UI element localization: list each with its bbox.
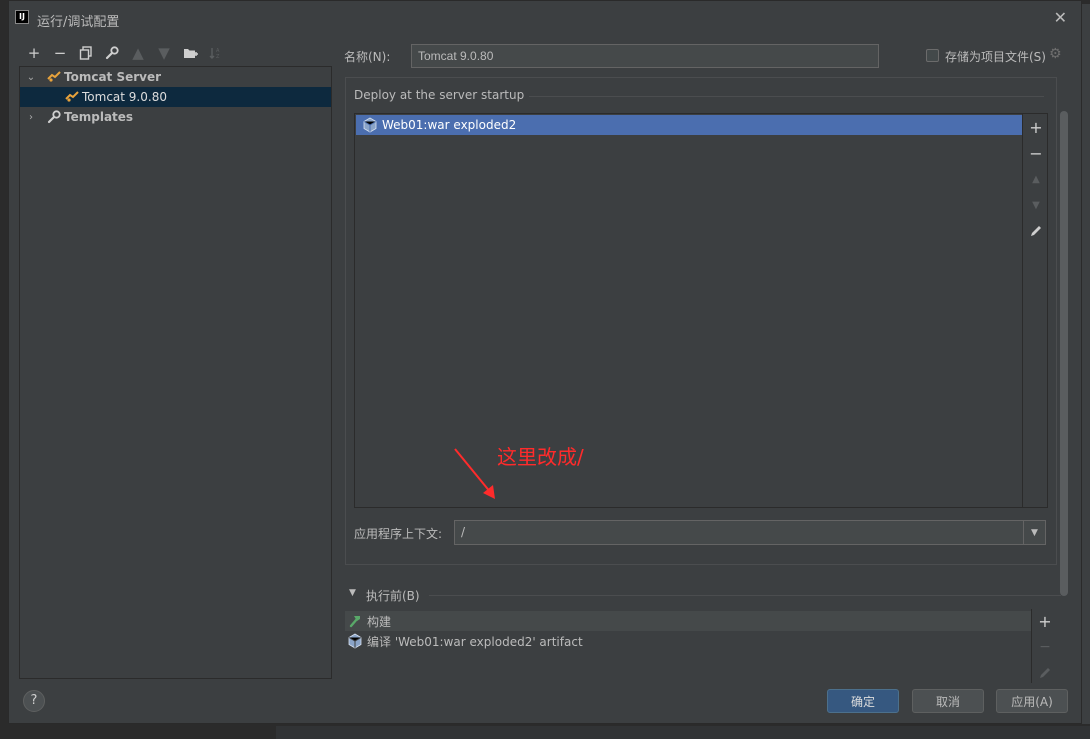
store-as-project-file-checkbox[interactable]	[926, 49, 939, 62]
help-button[interactable]: ?	[23, 690, 45, 712]
tomcat-icon	[46, 69, 62, 85]
tree-item-label: Templates	[64, 110, 134, 124]
apply-button[interactable]: 应用(A)	[996, 689, 1068, 713]
edit-pencil-icon[interactable]	[1023, 219, 1049, 243]
artifact-icon	[347, 633, 363, 649]
close-icon[interactable]: ✕	[1054, 9, 1067, 27]
tree-item-label: Tomcat 9.0.80	[82, 90, 167, 104]
copy-icon[interactable]	[73, 41, 99, 65]
vertical-scrollbar[interactable]	[1060, 111, 1068, 596]
name-input[interactable]	[411, 44, 879, 68]
svg-text:Z: Z	[216, 54, 220, 60]
deploy-section-title: Deploy at the server startup	[354, 88, 531, 102]
wrench-icon	[46, 109, 62, 125]
tree-item-label: Tomcat Server	[64, 70, 162, 84]
edit-pencil-icon[interactable]	[1032, 661, 1058, 685]
before-launch-item-label: 构建	[367, 614, 392, 629]
artifact-icon	[362, 117, 378, 133]
deploy-side-toolbar: + − ▲ ▼	[1022, 114, 1048, 507]
before-launch-list: 构建 编译 'Web01:war exploded2' artifact	[345, 609, 1031, 683]
title-bar: IJ 运行/调试配置 ✕	[9, 1, 1081, 37]
add-icon[interactable]: +	[21, 41, 47, 65]
deploy-artifact-item[interactable]: Web01:war exploded2	[356, 115, 1022, 135]
name-label: 名称(N):	[344, 50, 391, 64]
annotation-text: 这里改成/	[497, 445, 584, 469]
move-up-icon[interactable]: ▲	[1023, 167, 1049, 191]
sort-icon[interactable]: AZ	[203, 41, 229, 65]
config-toolbar: + − ▲ ▼ AZ	[21, 41, 229, 65]
remove-icon[interactable]: −	[47, 41, 73, 65]
wrench-icon[interactable]	[99, 41, 125, 65]
before-launch-title[interactable]: 执行前(B)	[366, 587, 426, 604]
add-icon[interactable]: +	[1023, 115, 1049, 139]
move-down-icon[interactable]: ▼	[151, 41, 177, 65]
background-editor-strip	[276, 726, 1090, 739]
ok-button[interactable]: 确定	[827, 689, 899, 713]
chevron-down-icon[interactable]: ▼	[1023, 521, 1045, 544]
add-icon[interactable]: +	[1032, 609, 1058, 633]
before-launch-item[interactable]: 编译 'Web01:war exploded2' artifact	[345, 631, 1031, 651]
dialog-title: 运行/调试配置	[37, 15, 120, 30]
cancel-button[interactable]: 取消	[912, 689, 984, 713]
remove-icon[interactable]: −	[1023, 141, 1049, 165]
remove-icon[interactable]: −	[1032, 635, 1058, 659]
move-down-icon[interactable]: ▼	[1023, 193, 1049, 217]
before-launch-item[interactable]: 构建	[345, 611, 1031, 631]
tomcat-icon	[64, 89, 80, 105]
chevron-down-icon[interactable]: ▼	[349, 588, 356, 598]
app-context-value: /	[461, 525, 466, 539]
tree-item-tomcat-9[interactable]: Tomcat 9.0.80	[20, 87, 331, 107]
move-up-icon[interactable]: ▲	[125, 41, 151, 65]
app-context-label: 应用程序上下文:	[354, 527, 443, 541]
before-launch-item-label: 编译 'Web01:war exploded2' artifact	[367, 634, 583, 649]
before-launch-side-toolbar: + −	[1031, 609, 1057, 683]
chevron-down-icon[interactable]: ⌄	[24, 72, 38, 83]
config-tree: ⌄ Tomcat Server Tomcat 9.0.80 › Template…	[19, 66, 332, 679]
store-as-project-file-label[interactable]: 存储为项目文件(S)	[945, 48, 1046, 65]
intellij-app-icon: IJ	[15, 10, 29, 24]
section-divider	[529, 96, 1044, 97]
app-context-combobox[interactable]: / ▼	[454, 520, 1046, 545]
new-folder-icon[interactable]	[177, 41, 203, 65]
hammer-icon	[347, 613, 363, 629]
tree-item-tomcat-server[interactable]: ⌄ Tomcat Server	[20, 67, 331, 87]
background-left-strip	[0, 0, 8, 739]
section-divider	[429, 595, 1061, 596]
run-debug-config-dialog: IJ 运行/调试配置 ✕ + − ▲ ▼ AZ ⌄ Tomcat Server	[8, 0, 1082, 724]
gear-icon[interactable]: ⚙	[1049, 46, 1062, 62]
tree-item-templates[interactable]: › Templates	[20, 107, 331, 127]
chevron-right-icon[interactable]: ›	[24, 112, 38, 123]
deploy-artifact-label: Web01:war exploded2	[382, 118, 517, 132]
